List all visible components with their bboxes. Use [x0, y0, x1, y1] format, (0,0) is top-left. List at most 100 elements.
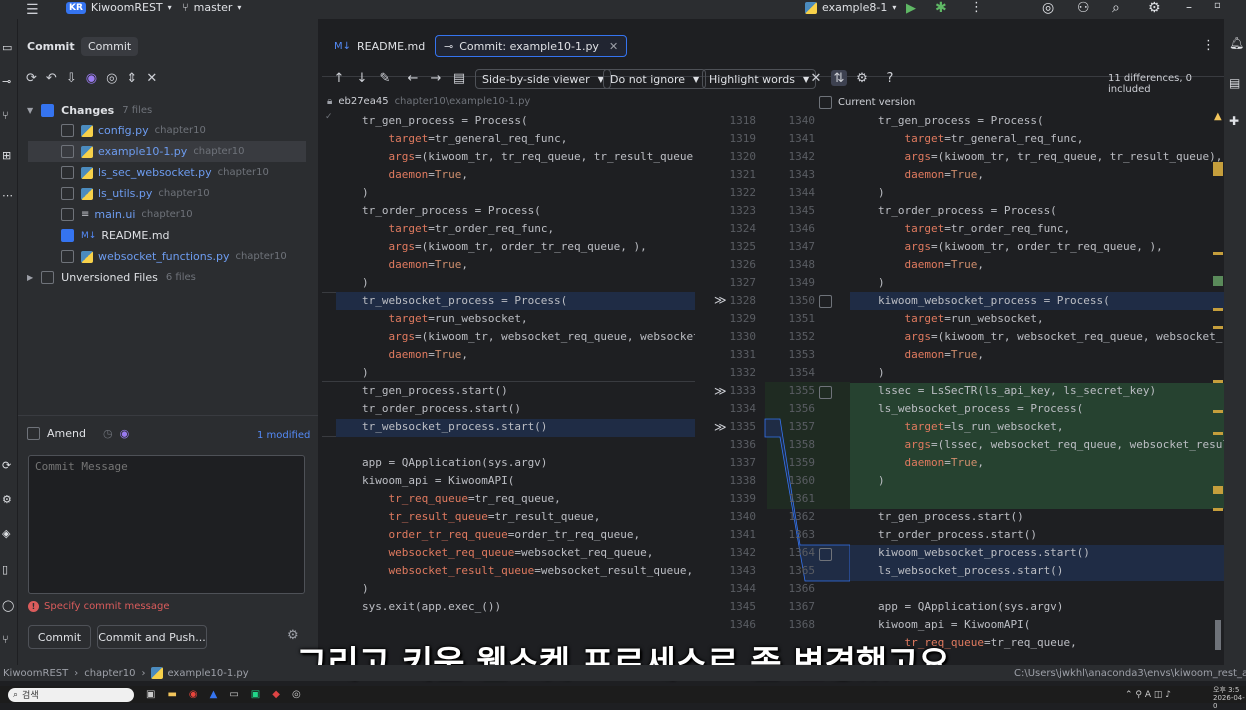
right-code-line[interactable]: args=(kiwoom_tr, order_tr_req_queue, ), — [878, 238, 1224, 256]
edit-icon[interactable]: ✎ — [377, 70, 393, 86]
right-code-line[interactable]: tr_gen_process.start() — [878, 508, 1224, 526]
right-code-line[interactable]: kiwoom_websocket_process.start() — [878, 544, 1224, 562]
file-checkbox[interactable] — [61, 208, 74, 221]
right-code-line[interactable]: tr_gen_process = Process( — [878, 112, 1224, 130]
left-code-line[interactable]: tr_gen_process = Process( — [362, 112, 695, 130]
amend-checkbox[interactable] — [27, 427, 40, 440]
minimize-icon[interactable]: – — [1186, 0, 1192, 14]
right-code-line[interactable]: ) — [878, 184, 1224, 202]
left-code-line[interactable]: target=tr_order_req_func, — [362, 220, 695, 238]
file-row[interactable]: ls_sec_websocket.py chapter10 — [18, 162, 318, 183]
clock[interactable]: 오후 3:5 2026-04-0 — [1213, 686, 1246, 710]
left-code-line[interactable]: tr_websocket_process = Process( — [362, 292, 695, 310]
file-row[interactable]: config.py chapter10 — [18, 120, 318, 141]
problems-icon[interactable]: ◯ — [2, 599, 14, 612]
commit-message-input[interactable] — [28, 455, 305, 594]
left-code-line[interactable] — [362, 616, 695, 634]
file-checkbox[interactable] — [61, 124, 74, 137]
pycharm-icon[interactable]: ▣ — [251, 689, 260, 700]
refresh-icon[interactable]: ⟳ — [26, 71, 37, 86]
left-code-line[interactable]: kiwoom_api = KiwoomAPI( — [362, 472, 695, 490]
right-code-line[interactable]: daemon=True, — [878, 454, 1224, 472]
right-code-line[interactable]: ls_websocket_process.start() — [878, 562, 1224, 580]
ai-icon[interactable]: ◉ — [86, 71, 97, 86]
file-row[interactable]: M↓ README.md — [18, 225, 318, 246]
right-code-line[interactable]: args=(lssec, websocket_req_queue, websoc… — [878, 436, 1225, 454]
unversioned-checkbox[interactable] — [41, 271, 55, 284]
taskbar-search[interactable]: ⌕ 검색 — [8, 687, 134, 702]
right-code-line[interactable]: target=run_websocket, — [878, 310, 1224, 328]
interpreter-path[interactable]: C:\Users\jwkhl\anaconda3\envs\kiwoom_res… — [1014, 668, 1246, 679]
left-code-line[interactable]: websocket_req_queue=websocket_req_queue, — [362, 544, 695, 562]
left-code-line[interactable]: target=run_websocket, — [362, 310, 695, 328]
chrome-icon[interactable]: ◉ — [189, 689, 198, 700]
left-code-line[interactable]: args=(kiwoom_tr, websocket_req_queue, we… — [362, 328, 696, 346]
right-code-line[interactable]: target=tr_general_req_func, — [878, 130, 1224, 148]
right-code-line[interactable]: tr_order_process.start() — [878, 526, 1224, 544]
left-code-line[interactable]: sys.exit(app.exec_()) — [362, 598, 695, 616]
next-difference-icon[interactable]: ↓ — [354, 70, 370, 86]
rollback-icon[interactable]: ↶ — [46, 71, 57, 86]
right-code-line[interactable]: daemon=True, — [878, 346, 1224, 364]
services-icon[interactable]: ◈ — [2, 527, 10, 540]
add-user-icon[interactable]: ⚇ — [1077, 0, 1090, 16]
restore-icon[interactable]: ▫ — [1214, 0, 1221, 11]
right-code-line[interactable]: args=(kiwoom_tr, websocket_req_queue, we… — [878, 328, 1225, 346]
right-code-line[interactable]: daemon=True, — [878, 166, 1224, 184]
left-code-line[interactable]: tr_websocket_process.start() — [362, 418, 695, 436]
terminal-icon[interactable]: ▭ — [229, 689, 238, 700]
ignore-whitespace-dropdown[interactable]: Do not ignore ▼ — [603, 69, 707, 89]
task-view-icon[interactable]: ▣ — [146, 689, 155, 700]
left-code-line[interactable]: daemon=True, — [362, 256, 695, 274]
run-icon[interactable]: ▶ — [906, 1, 916, 16]
tab-readme[interactable]: M↓ README.md — [326, 35, 433, 57]
file-checkbox[interactable] — [61, 166, 74, 179]
update-icon[interactable]: ⇩ — [66, 71, 77, 86]
branch-selector[interactable]: ⑂ master ▾ — [182, 1, 241, 14]
right-code-line[interactable]: kiwoom_websocket_process = Process( — [878, 292, 1224, 310]
main-menu-icon[interactable]: ☰ — [26, 2, 39, 18]
commit-tool-icon[interactable]: ⊸ — [2, 75, 11, 88]
right-code-line[interactable]: target=tr_order_req_func, — [878, 220, 1224, 238]
notifications-icon[interactable]: 🔔︎ — [1229, 36, 1244, 50]
left-code-line[interactable]: ) — [362, 184, 695, 202]
file-checkbox[interactable] — [61, 229, 74, 242]
diff-settings-gear-icon[interactable]: ⚙ — [854, 70, 870, 86]
apply-change-icon[interactable]: ≫ — [714, 420, 727, 434]
left-code-line[interactable]: target=tr_general_req_func, — [362, 130, 695, 148]
python-console-icon[interactable]: ⟳ — [2, 459, 11, 472]
left-code-line[interactable]: ) — [362, 364, 695, 382]
changes-group[interactable]: ▼ Changes 7 files — [18, 100, 318, 121]
file-checkbox[interactable] — [61, 145, 74, 158]
breadcrumb-project[interactable]: KiwoomREST — [3, 668, 68, 679]
left-code-line[interactable]: args=(kiwoom_tr, tr_req_queue, tr_result… — [362, 148, 696, 166]
left-code-line[interactable]: order_tr_req_queue=order_tr_req_queue, — [362, 526, 695, 544]
right-code-line[interactable]: lssec = LsSecTR(ls_api_key, ls_secret_ke… — [878, 382, 1224, 400]
left-code-line[interactable]: daemon=True, — [362, 346, 695, 364]
left-code-line[interactable]: tr_gen_process.start() — [362, 382, 695, 400]
apply-change-icon[interactable]: ≫ — [714, 384, 727, 398]
ai-commit-icon[interactable]: ◉ — [120, 427, 130, 440]
database-icon[interactable]: ▤ — [1229, 76, 1240, 90]
structure-icon[interactable]: ⊞ — [2, 149, 11, 162]
right-code-line[interactable]: daemon=True, — [878, 256, 1224, 274]
breadcrumb-file[interactable]: example10-1.py — [167, 668, 248, 679]
open-file-icon[interactable]: ▤ — [451, 70, 467, 86]
git-icon[interactable]: ⑂ — [2, 109, 9, 122]
close-icon[interactable]: ✕ — [609, 40, 618, 53]
right-code-line[interactable]: ls_websocket_process = Process( — [878, 400, 1224, 418]
tab-commit-diff[interactable]: ⊸ Commit: example10-1.py ✕ — [435, 35, 628, 57]
debug-icon[interactable]: ✱ — [935, 0, 947, 16]
terminal-icon[interactable]: ▯ — [2, 563, 8, 576]
left-code-line[interactable]: ) — [362, 274, 695, 292]
right-code-line[interactable]: ) — [878, 472, 1224, 490]
left-code-line[interactable]: tr_result_queue=tr_result_queue, — [362, 508, 695, 526]
project-selector[interactable]: KR KiwoomREST ▾ — [66, 1, 172, 14]
right-code-line[interactable] — [878, 490, 1224, 508]
modified-count-link[interactable]: 1 modified — [257, 430, 310, 441]
previous-difference-icon[interactable]: ↑ — [331, 70, 347, 86]
left-code-line[interactable]: ) — [362, 580, 695, 598]
forward-icon[interactable]: → — [428, 70, 444, 86]
show-diff-icon[interactable]: ◎ — [106, 71, 117, 86]
right-code-line[interactable]: kiwoom_api = KiwoomAPI( — [878, 616, 1224, 634]
